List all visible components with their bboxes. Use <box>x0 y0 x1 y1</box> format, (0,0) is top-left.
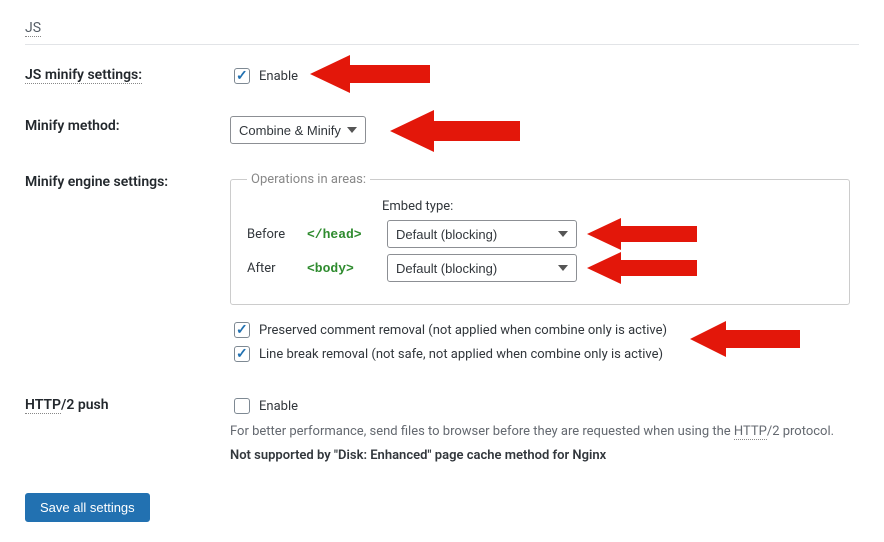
http2-not-supported: Not supported by "Disk: Enhanced" page c… <box>230 446 859 466</box>
enable-minify-label[interactable]: Enable <box>230 65 298 87</box>
line-break-checkbox[interactable] <box>234 346 250 362</box>
row-minify-method: Minify method: Combine & Minify <box>25 116 859 144</box>
arrow-icon <box>587 216 697 252</box>
http2-enable-checkbox[interactable] <box>234 398 250 414</box>
preserved-comment-checkbox[interactable] <box>234 322 250 338</box>
minify-method-select[interactable]: Combine & Minify <box>230 116 366 144</box>
save-button[interactable]: Save all settings <box>25 493 150 522</box>
row-engine-settings: Minify engine settings: Operations in ar… <box>25 172 859 367</box>
label-minify-settings-text: JS minify settings: <box>25 67 142 84</box>
row-http2-push: HTTP/2 push Enable For better performanc… <box>25 395 859 465</box>
section-title: JS <box>25 20 41 37</box>
http2-help-pre: For better performance, send files to br… <box>230 424 734 439</box>
arrow-icon <box>390 108 520 154</box>
line-break-text: Line break removal (not safe, not applie… <box>259 347 663 362</box>
label-minify-method: Minify method: <box>25 116 230 134</box>
label-http2-suffix: /2 push <box>61 397 109 413</box>
embed-after-select[interactable]: Default (blocking) <box>387 254 577 282</box>
line-break-label[interactable]: Line break removal (not safe, not applie… <box>230 343 859 365</box>
enable-minify-checkbox[interactable] <box>234 68 250 84</box>
body-tag: <body> <box>307 261 377 276</box>
section-header: JS <box>25 20 859 45</box>
arrow-icon <box>310 53 430 95</box>
ops-row-after: After <body> Default (blocking) <box>247 254 833 282</box>
http2-help-post: /2 protocol. <box>767 424 834 439</box>
http2-help: For better performance, send files to br… <box>230 422 859 442</box>
label-engine-settings: Minify engine settings: <box>25 172 230 190</box>
http2-enable-text: Enable <box>259 399 298 414</box>
embed-before-select[interactable]: Default (blocking) <box>387 220 577 248</box>
enable-minify-text: Enable <box>259 69 298 84</box>
operations-legend: Operations in areas: <box>247 172 370 187</box>
preserved-comment-label[interactable]: Preserved comment removal (not applied w… <box>230 319 859 341</box>
preserved-comment-text: Preserved comment removal (not applied w… <box>259 323 667 338</box>
http2-help-http: HTTP <box>734 424 767 440</box>
http2-enable-label[interactable]: Enable <box>230 395 298 417</box>
ops-row-before: Before </head> Default (blocking) <box>247 220 833 248</box>
embed-type-header: Embed type: <box>382 199 833 214</box>
label-minify-settings: JS minify settings: <box>25 65 230 83</box>
before-label: Before <box>247 227 297 242</box>
operations-fieldset: Operations in areas: Embed type: Before … <box>230 172 850 305</box>
arrow-icon <box>587 250 697 286</box>
row-minify-settings: JS minify settings: Enable <box>25 65 859 88</box>
head-tag: </head> <box>307 227 377 242</box>
label-http2-push: HTTP/2 push <box>25 395 230 413</box>
after-label: After <box>247 261 297 276</box>
label-http2-http: HTTP <box>25 397 61 414</box>
